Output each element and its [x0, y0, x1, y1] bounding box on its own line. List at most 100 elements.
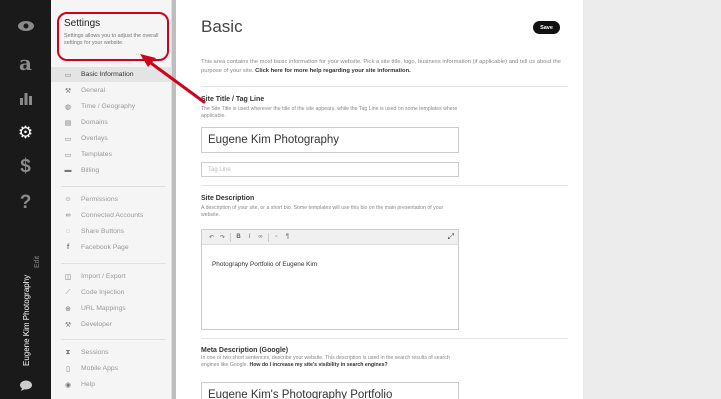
chat-icon[interactable] — [0, 370, 51, 399]
sidebar-item-label: Code Injection — [81, 289, 125, 296]
sidebar-item-label: Developer — [81, 321, 112, 328]
settings-description: Settings allows you to adjust the overal… — [64, 33, 159, 46]
tagline-input[interactable]: Tag Line — [201, 162, 459, 177]
section-divider — [201, 86, 568, 87]
sidebar-item-label: Help — [81, 381, 95, 388]
redo-icon[interactable]: ↷ — [217, 234, 228, 241]
sidebar-item-basic-information[interactable]: ▭ Basic Information — [51, 67, 172, 82]
sidebar-item-share-buttons[interactable]: ◌ Share Buttons — [51, 224, 172, 239]
sidebar-item-permissions[interactable]: ☺ Permissions — [51, 192, 172, 207]
intro-help-link[interactable]: Click here for more help regarding your … — [255, 68, 411, 74]
app-rail: a ⚙ $ ? Edit Eugene Kim Photography — [0, 0, 51, 399]
site-title-heading: Site Title / Tag Line — [201, 96, 265, 103]
overlay-icon: ▭ — [64, 135, 72, 143]
sidebar-item-label: Share Buttons — [81, 228, 125, 235]
credit-card-icon: ▬ — [64, 167, 72, 174]
page-title: Basic — [201, 17, 243, 36]
block-button[interactable]: ▫ — [271, 234, 282, 240]
sidebar-item-facebook-page[interactable]: f Facebook Page — [51, 240, 172, 255]
section-divider — [201, 185, 568, 186]
share-icon: ◌ — [65, 228, 71, 235]
sidebar-item-mobile-apps[interactable]: ▯ Mobile Apps — [51, 361, 172, 376]
sidebar-item-label: Overlays — [81, 135, 108, 142]
sidebar-item-connected-accounts[interactable]: ∞ Connected Accounts — [51, 208, 172, 223]
facebook-icon: f — [66, 244, 70, 251]
meta-description-help: In one or two short sentences, describe … — [201, 355, 463, 369]
sidebar-item-label: Basic Information — [81, 71, 134, 78]
sidebar-item-label: Facebook Page — [81, 244, 129, 251]
dollar-icon[interactable]: $ — [0, 151, 51, 183]
editor-body[interactable]: Photography Portfolio of Eugene Kim — [202, 245, 458, 284]
sidebar-item-label: Time / Geography — [81, 103, 136, 110]
sidebar-divider — [61, 186, 166, 187]
question-icon[interactable]: ? — [0, 187, 51, 219]
sidebar-item-overlays[interactable]: ▭ Overlays — [51, 131, 172, 146]
gear-icon[interactable]: ⚙ — [0, 117, 51, 149]
sidebar-item-label: Connected Accounts — [81, 212, 144, 219]
meta-description-heading: Meta Description (Google) — [201, 347, 289, 354]
sidebar-item-billing[interactable]: ▬ Billing — [51, 163, 172, 178]
description-editor[interactable]: ↶ ↷ B I ∞ ▫ ¶ ⤢ Photography Portfolio of… — [201, 229, 459, 330]
sidebar-item-time-geography[interactable]: ◍ Time / Geography — [51, 99, 172, 114]
hammer-icon: ⚒ — [64, 321, 72, 329]
arrow-circle-icon: ⊕ — [65, 305, 71, 313]
sidebar-item-import-export[interactable]: ◫ Import / Export — [51, 269, 172, 284]
sidebar-item-label: General — [81, 87, 106, 94]
eye-icon[interactable] — [0, 10, 51, 42]
help-icon: ◉ — [64, 381, 72, 389]
italic-button[interactable]: I — [244, 234, 255, 240]
sidebar-item-domains[interactable]: ▤ Domains — [51, 115, 172, 130]
site-edit-label: Edit — [34, 255, 41, 268]
sidebar-item-help[interactable]: ◉ Help — [51, 377, 172, 392]
sidebar-item-label: Billing — [81, 167, 100, 174]
typeface-a-icon[interactable]: a — [0, 47, 51, 79]
database-icon: ◫ — [64, 273, 72, 281]
sidebar-item-general[interactable]: ⚒ General — [51, 83, 172, 98]
phone-icon: ▯ — [66, 365, 70, 373]
settings-sidebar: Settings Settings allows you to adjust t… — [51, 0, 172, 399]
template-icon: ▭ — [64, 151, 72, 159]
sidebar-item-url-mappings[interactable]: ⊕ URL Mappings — [51, 301, 172, 316]
meta-help-link[interactable]: How do I increase my site's visibility i… — [249, 362, 387, 368]
section-divider — [201, 338, 568, 339]
id-card-icon: ▭ — [64, 71, 72, 79]
globe-icon: ◍ — [64, 103, 72, 111]
editor-toolbar: ↶ ↷ B I ∞ ▫ ¶ ⤢ — [202, 230, 458, 245]
sidebar-item-label: Permissions — [81, 196, 119, 203]
outer-background — [583, 0, 721, 399]
undo-icon[interactable]: ↶ — [206, 234, 217, 241]
wrench-icon: ⚒ — [64, 87, 72, 95]
code-icon: ⟋ — [65, 288, 71, 296]
meta-description-input[interactable]: Eugene Kim's Photography Portfolio — [201, 382, 459, 399]
sidebar-item-label: Import / Export — [81, 273, 126, 280]
sidebar-item-label: Domains — [81, 119, 108, 126]
toolbar-separator — [268, 232, 269, 242]
site-description-help: A description of your site, or a short b… — [201, 205, 444, 218]
person-icon: ☺ — [64, 196, 72, 203]
sidebar-divider — [61, 263, 166, 264]
save-button[interactable]: Save — [533, 21, 560, 34]
sidebar-item-sessions[interactable]: ⧗ Sessions — [51, 345, 172, 360]
paragraph-button[interactable]: ¶ — [282, 234, 293, 240]
link-button[interactable]: ∞ — [255, 234, 266, 240]
site-name-label: Eugene Kim Photography — [22, 274, 31, 366]
site-title-description: The Site Title is used wherever the titl… — [201, 106, 458, 119]
sidebar-item-developer[interactable]: ⚒ Developer — [51, 317, 172, 332]
bar-chart-icon[interactable] — [0, 82, 51, 114]
intro-text: This area contains the most basic inform… — [201, 58, 571, 76]
expand-icon[interactable]: ⤢ — [448, 232, 454, 242]
sidebar-item-label: Mobile Apps — [81, 365, 119, 372]
settings-title: Settings — [64, 18, 101, 29]
sidebar-item-templates[interactable]: ▭ Templates — [51, 147, 172, 162]
sidebar-item-code-injection[interactable]: ⟋ Code Injection — [51, 285, 172, 300]
site-title-input[interactable]: Eugene Kim Photography — [201, 127, 459, 153]
toolbar-separator — [230, 232, 231, 242]
site-description-heading: Site Description — [201, 195, 255, 202]
site-label[interactable]: Edit Eugene Kim Photography — [4, 250, 46, 370]
sidebar-divider — [61, 339, 166, 340]
hourglass-icon: ⧗ — [65, 348, 71, 356]
bold-button[interactable]: B — [233, 234, 244, 240]
sidebar-item-label: Sessions — [81, 349, 109, 356]
link-icon: ∞ — [65, 212, 71, 219]
sidebar-item-label: Templates — [81, 151, 112, 158]
